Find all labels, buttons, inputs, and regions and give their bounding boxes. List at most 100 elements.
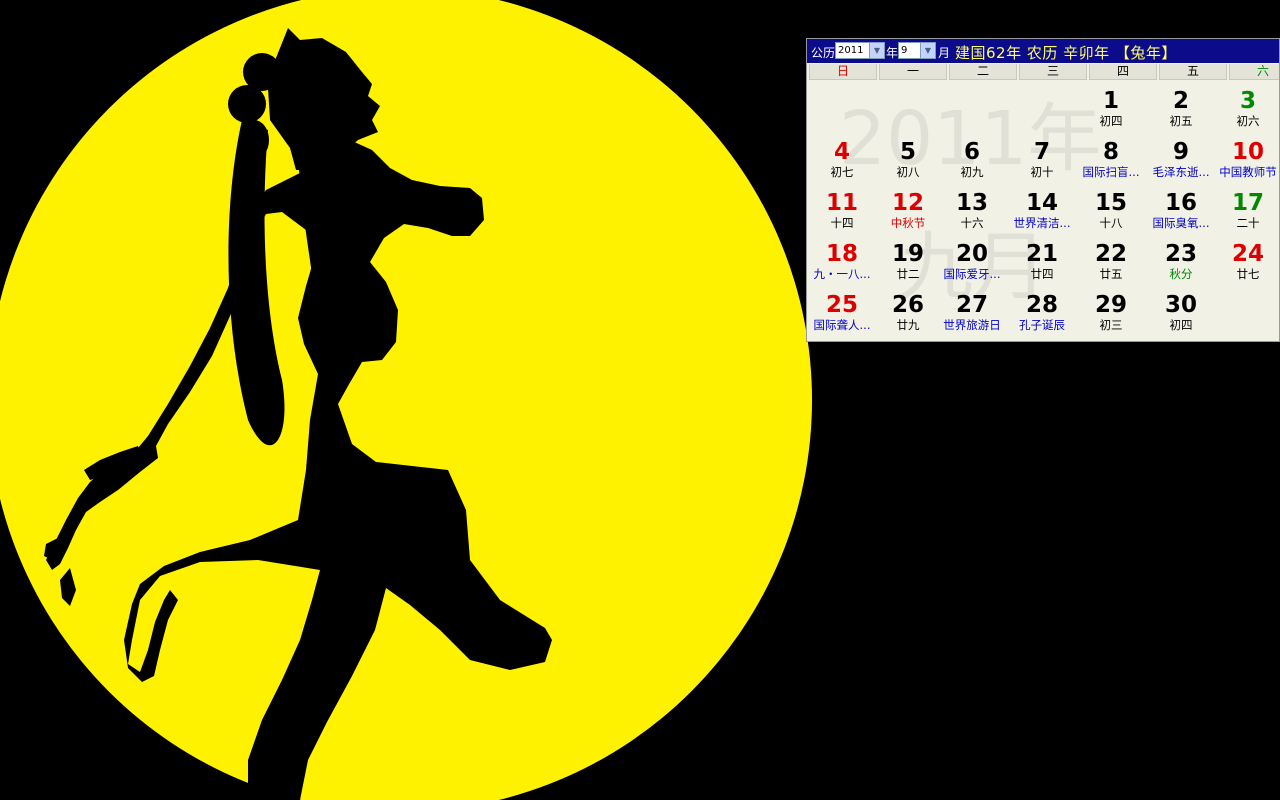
lunar-note: 廿七 xyxy=(1236,267,1260,281)
calendar-day-cell[interactable]: 8 国际扫盲... xyxy=(1076,137,1146,187)
day-number: 7 xyxy=(1033,139,1050,165)
lunar-note: 廿二 xyxy=(896,267,920,281)
calendar-header: 公历 2011 ▼ 年 9 ▼ 月 建国62年 农历 辛卯年 【兔年】 xyxy=(807,39,1279,63)
day-number: 6 xyxy=(963,139,980,165)
lunar-note: 秋分 xyxy=(1169,267,1193,281)
calendar-day-cell[interactable]: 19 廿二 xyxy=(873,239,943,289)
day-number: 8 xyxy=(1102,139,1119,165)
yellow-moon xyxy=(0,0,812,800)
lunar-note: 初七 xyxy=(830,165,854,179)
calendar-day-cell[interactable]: 2 初五 xyxy=(1146,86,1216,136)
calendar-day-cell[interactable]: 11 十四 xyxy=(807,188,877,238)
weekday-label: 六 xyxy=(1229,64,1279,80)
lunar-note: 国际聋人... xyxy=(813,318,871,332)
day-number: 17 xyxy=(1231,190,1264,216)
calendar-day-cell[interactable]: 23 秋分 xyxy=(1146,239,1216,289)
lunar-note: 二十 xyxy=(1236,216,1260,230)
day-number: 24 xyxy=(1231,241,1264,267)
calendar-day-cell[interactable]: 13 十六 xyxy=(937,188,1007,238)
lunar-note: 廿五 xyxy=(1099,267,1123,281)
day-number: 22 xyxy=(1094,241,1127,267)
calendar-day-cell[interactable]: 18 九・一八... xyxy=(807,239,877,289)
weekday-label: 二 xyxy=(949,64,1017,80)
lunar-note: 世界旅游日 xyxy=(943,318,1001,332)
calendar-day-cell[interactable]: 21 廿四 xyxy=(1007,239,1077,289)
calendar-day-cell[interactable]: 16 国际臭氧... xyxy=(1146,188,1216,238)
day-number: 3 xyxy=(1239,88,1256,114)
calendar-day-cell[interactable]: 27 世界旅游日 xyxy=(937,290,1007,340)
calendar-day-cell[interactable]: 3 初六 xyxy=(1213,86,1279,136)
day-number: 23 xyxy=(1164,241,1197,267)
calendar-day-cell[interactable]: 28 孔子诞辰 xyxy=(1007,290,1077,340)
lunar-note: 十八 xyxy=(1099,216,1123,230)
lunar-note: 毛泽东逝... xyxy=(1152,165,1210,179)
day-number: 10 xyxy=(1231,139,1264,165)
day-number: 12 xyxy=(891,190,924,216)
lunar-note: 九・一八... xyxy=(813,267,871,281)
lunar-note: 初六 xyxy=(1236,114,1260,128)
lunar-note: 初九 xyxy=(960,165,984,179)
gregorian-label: 公历 xyxy=(811,46,836,60)
calendar-day-cell[interactable]: 22 廿五 xyxy=(1076,239,1146,289)
weekday-label: 五 xyxy=(1159,64,1227,80)
weekday-label: 三 xyxy=(1019,64,1087,80)
day-number: 11 xyxy=(825,190,858,216)
month-suffix: 月 xyxy=(938,46,951,60)
day-number: 26 xyxy=(891,292,924,318)
day-number: 28 xyxy=(1025,292,1058,318)
year-suffix: 年 xyxy=(886,46,899,60)
calendar-day-cell[interactable]: 20 国际爱牙... xyxy=(937,239,1007,289)
day-number: 13 xyxy=(955,190,988,216)
month-select[interactable]: 9 ▼ xyxy=(898,42,936,59)
lunar-note: 初八 xyxy=(896,165,920,179)
calendar-day-cell[interactable]: 7 初十 xyxy=(1007,137,1077,187)
day-number: 1 xyxy=(1102,88,1119,114)
day-number: 5 xyxy=(899,139,916,165)
lunar-note: 十六 xyxy=(960,216,984,230)
lunar-note: 初四 xyxy=(1169,318,1193,332)
lunar-note: 中秋节 xyxy=(890,216,926,230)
day-number: 4 xyxy=(833,139,850,165)
lunar-note: 国际扫盲... xyxy=(1082,165,1140,179)
calendar-day-cell[interactable]: 9 毛泽东逝... xyxy=(1146,137,1216,187)
calendar-day-cell[interactable]: 30 初四 xyxy=(1146,290,1216,340)
day-number: 14 xyxy=(1025,190,1058,216)
day-number: 15 xyxy=(1094,190,1127,216)
weekday-label: 四 xyxy=(1089,64,1157,80)
weekday-label: 一 xyxy=(879,64,947,80)
lunar-note: 国际臭氧... xyxy=(1152,216,1210,230)
calendar-day-cell[interactable]: 5 初八 xyxy=(873,137,943,187)
lunar-note: 中国教师节 xyxy=(1219,165,1277,179)
calendar-day-cell[interactable]: 12 中秋节 xyxy=(873,188,943,238)
calendar-day-cell[interactable]: 15 十八 xyxy=(1076,188,1146,238)
lunar-note: 廿四 xyxy=(1030,267,1054,281)
calendar-day-cell[interactable]: 1 初四 xyxy=(1076,86,1146,136)
lunar-note: 初十 xyxy=(1030,165,1054,179)
chevron-down-icon[interactable]: ▼ xyxy=(920,43,935,58)
day-number: 25 xyxy=(825,292,858,318)
lunar-note: 世界清洁... xyxy=(1013,216,1071,230)
lunar-note: 初三 xyxy=(1099,318,1123,332)
year-value: 2011 xyxy=(838,45,864,56)
calendar-day-cell[interactable]: 14 世界清洁... xyxy=(1007,188,1077,238)
year-select[interactable]: 2011 ▼ xyxy=(835,42,885,59)
day-number: 9 xyxy=(1172,139,1189,165)
day-number: 16 xyxy=(1164,190,1197,216)
weekday-header: 日一二三四五六 xyxy=(807,64,1279,80)
day-number: 2 xyxy=(1172,88,1189,114)
day-number: 29 xyxy=(1094,292,1127,318)
calendar-day-cell[interactable]: 25 国际聋人... xyxy=(807,290,877,340)
lunar-note: 国际爱牙... xyxy=(943,267,1001,281)
calendar-day-cell[interactable]: 26 廿九 xyxy=(873,290,943,340)
calendar-day-cell[interactable]: 29 初三 xyxy=(1076,290,1146,340)
month-value: 9 xyxy=(901,45,908,56)
calendar-day-cell[interactable]: 17 二十 xyxy=(1213,188,1279,238)
calendar-widget: 公历 2011 ▼ 年 9 ▼ 月 建国62年 农历 辛卯年 【兔年】 日一二三… xyxy=(806,38,1280,342)
calendar-day-cell[interactable]: 24 廿七 xyxy=(1213,239,1279,289)
day-number: 19 xyxy=(891,241,924,267)
calendar-day-cell[interactable]: 10 中国教师节 xyxy=(1213,137,1279,187)
calendar-day-cell[interactable]: 4 初七 xyxy=(807,137,877,187)
calendar-day-cell[interactable]: 6 初九 xyxy=(937,137,1007,187)
lunar-info-text: 建国62年 农历 辛卯年 【兔年】 xyxy=(955,44,1177,62)
chevron-down-icon[interactable]: ▼ xyxy=(869,43,884,58)
